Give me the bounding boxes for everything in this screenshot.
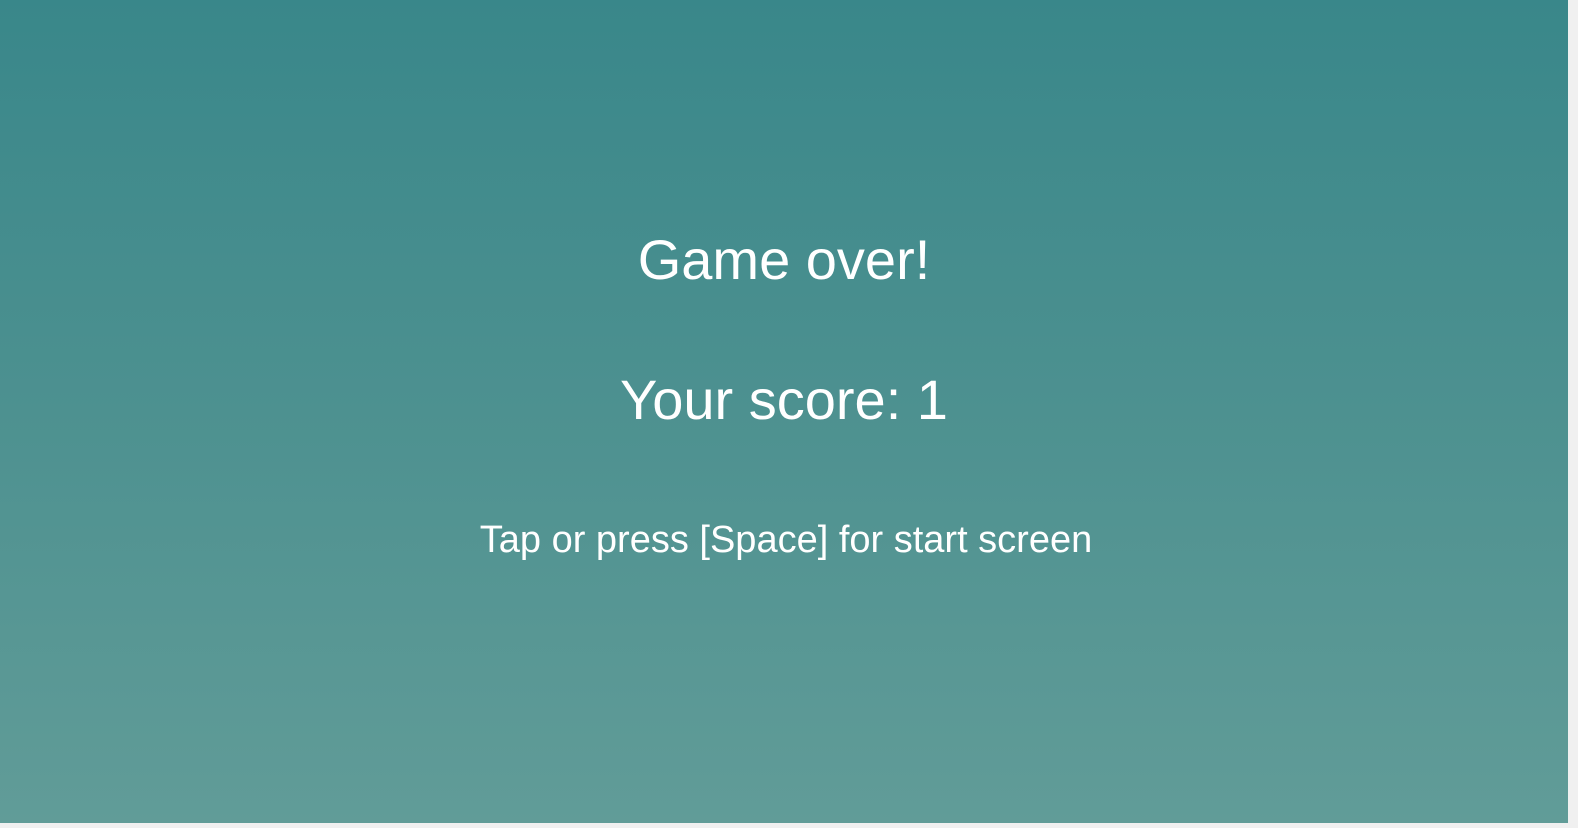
game-over-screen[interactable]: Game over! Your score: 1 Tap or press [S… (0, 0, 1568, 823)
window-edge-right (1568, 0, 1578, 828)
score-text: Your score: 1 (620, 368, 948, 431)
restart-hint: Tap or press [Space] for start screen (479, 519, 1093, 561)
window-edge-bottom (0, 823, 1568, 828)
game-over-title: Game over! (637, 228, 931, 291)
